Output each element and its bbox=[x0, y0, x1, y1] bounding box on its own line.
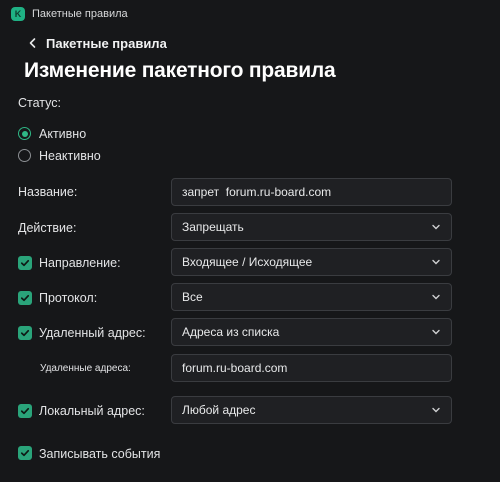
checkmark-icon bbox=[20, 259, 30, 267]
radio-active-label[interactable]: Активно bbox=[39, 127, 86, 141]
direction-checkbox[interactable] bbox=[18, 256, 32, 270]
remote-address-label: Удаленный адрес: bbox=[39, 326, 146, 340]
status-label: Статус: bbox=[18, 96, 61, 110]
protocol-label: Протокол: bbox=[39, 291, 98, 305]
remote-addresses-label: Удаленные адреса: bbox=[40, 363, 131, 374]
checkmark-icon bbox=[20, 407, 30, 415]
remote-address-select[interactable]: Адреса из списка bbox=[171, 318, 452, 346]
action-select[interactable]: Запрещать bbox=[171, 213, 452, 241]
protocol-checkbox[interactable] bbox=[18, 291, 32, 305]
remote-addresses-input[interactable]: forum.ru-board.com bbox=[171, 354, 452, 382]
name-input[interactable]: запрет forum.ru-board.com bbox=[171, 178, 452, 206]
local-address-select[interactable]: Любой адрес bbox=[171, 396, 452, 424]
radio-active[interactable] bbox=[18, 127, 31, 140]
action-label: Действие: bbox=[18, 221, 77, 235]
page-title: Изменение пакетного правила bbox=[24, 59, 336, 82]
checkmark-icon bbox=[20, 294, 30, 302]
window-title: Пакетные правила bbox=[32, 8, 128, 20]
log-events-checkbox[interactable] bbox=[18, 446, 32, 460]
local-address-label: Локальный адрес: bbox=[39, 404, 145, 418]
back-arrow-icon[interactable] bbox=[26, 36, 40, 50]
local-address-select-value: Любой адрес bbox=[182, 403, 256, 417]
action-select-value: Запрещать bbox=[182, 220, 244, 234]
protocol-select[interactable]: Все bbox=[171, 283, 452, 311]
chevron-down-icon bbox=[432, 407, 440, 413]
direction-select[interactable]: Входящее / Исходящее bbox=[171, 248, 452, 276]
local-address-checkbox[interactable] bbox=[18, 404, 32, 418]
protocol-select-value: Все bbox=[182, 290, 203, 304]
chevron-down-icon bbox=[432, 224, 440, 230]
radio-inactive-label[interactable]: Неактивно bbox=[39, 149, 101, 163]
name-input-value: запрет forum.ru-board.com bbox=[182, 185, 332, 199]
name-label: Название: bbox=[18, 185, 78, 199]
breadcrumb-link[interactable]: Пакетные правила bbox=[46, 36, 167, 51]
remote-address-checkbox[interactable] bbox=[18, 326, 32, 340]
remote-address-select-value: Адреса из списка bbox=[182, 325, 280, 339]
direction-select-value: Входящее / Исходящее bbox=[182, 255, 313, 269]
chevron-down-icon bbox=[432, 259, 440, 265]
direction-label: Направление: bbox=[39, 256, 121, 270]
radio-inactive[interactable] bbox=[18, 149, 31, 162]
checkmark-icon bbox=[20, 329, 30, 337]
remote-addresses-value: forum.ru-board.com bbox=[182, 361, 288, 375]
checkmark-icon bbox=[20, 449, 30, 457]
chevron-down-icon bbox=[432, 294, 440, 300]
chevron-down-icon bbox=[432, 329, 440, 335]
app-logo-icon: K bbox=[11, 7, 25, 21]
log-events-label[interactable]: Записывать события bbox=[39, 447, 160, 461]
